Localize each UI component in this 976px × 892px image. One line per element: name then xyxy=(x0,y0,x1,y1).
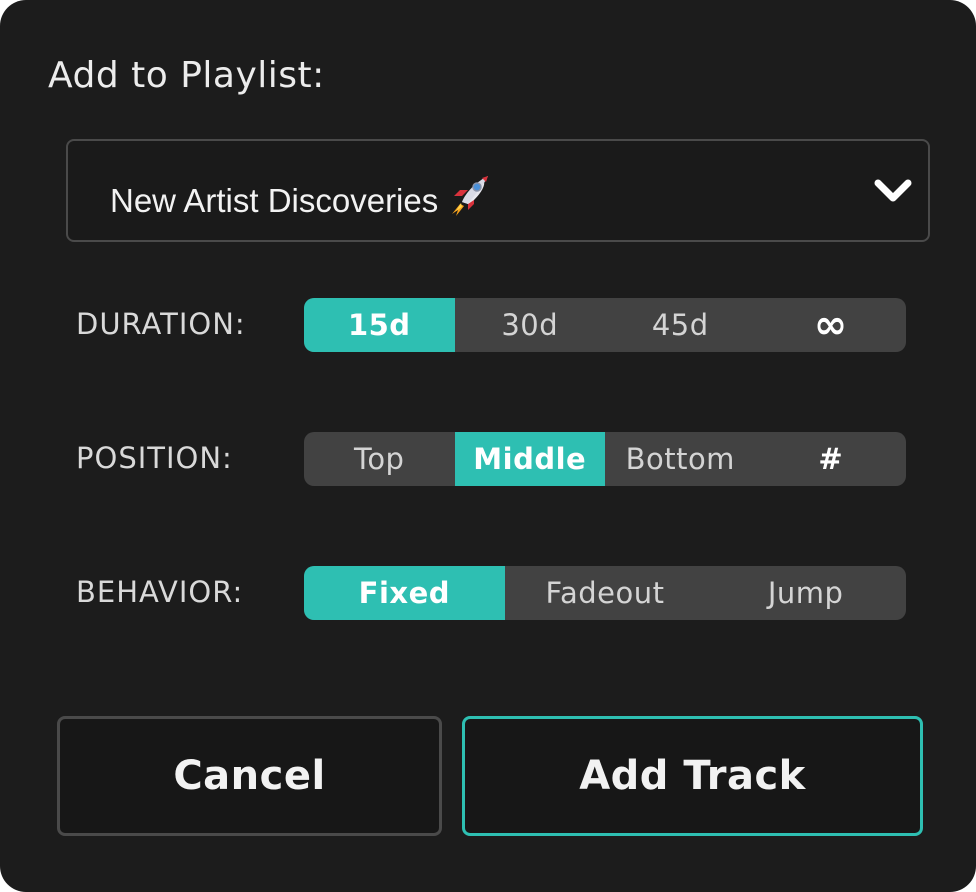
behavior-label: BEHAVIOR: xyxy=(76,575,244,609)
chevron-down-icon[interactable] xyxy=(872,173,914,213)
rocket-icon xyxy=(448,174,490,221)
position-option-custom[interactable]: # xyxy=(756,432,907,486)
playlist-select-value: New Artist Discoveries xyxy=(110,174,490,221)
infinity-icon: ∞ xyxy=(813,302,848,348)
hash-icon: # xyxy=(818,442,844,476)
duration-option-15d[interactable]: 15d xyxy=(304,298,455,352)
behavior-option-jump[interactable]: Jump xyxy=(705,566,906,620)
duration-option-infinite[interactable]: ∞ xyxy=(756,298,907,352)
behavior-option-fixed[interactable]: Fixed xyxy=(304,566,505,620)
behavior-segmented-control: Fixed Fadeout Jump xyxy=(304,566,906,620)
position-label: POSITION: xyxy=(76,441,233,475)
duration-segmented-control: 15d 30d 45d ∞ xyxy=(304,298,906,352)
duration-label: DURATION: xyxy=(76,307,246,341)
dialog-title: Add to Playlist: xyxy=(48,55,325,96)
cancel-button[interactable]: Cancel xyxy=(57,716,442,836)
position-option-top[interactable]: Top xyxy=(304,432,455,486)
add-to-playlist-dialog: Add to Playlist: New Artist Discoveries … xyxy=(0,0,976,892)
playlist-name: New Artist Discoveries xyxy=(110,182,439,219)
position-segmented-control: Top Middle Bottom # xyxy=(304,432,906,486)
add-track-button[interactable]: Add Track xyxy=(462,716,923,836)
position-option-bottom[interactable]: Bottom xyxy=(605,432,756,486)
duration-option-45d[interactable]: 45d xyxy=(605,298,756,352)
duration-option-30d[interactable]: 30d xyxy=(455,298,606,352)
position-option-middle[interactable]: Middle xyxy=(454,432,605,486)
behavior-option-fadeout[interactable]: Fadeout xyxy=(505,566,706,620)
playlist-select[interactable]: New Artist Discoveries xyxy=(66,139,930,242)
